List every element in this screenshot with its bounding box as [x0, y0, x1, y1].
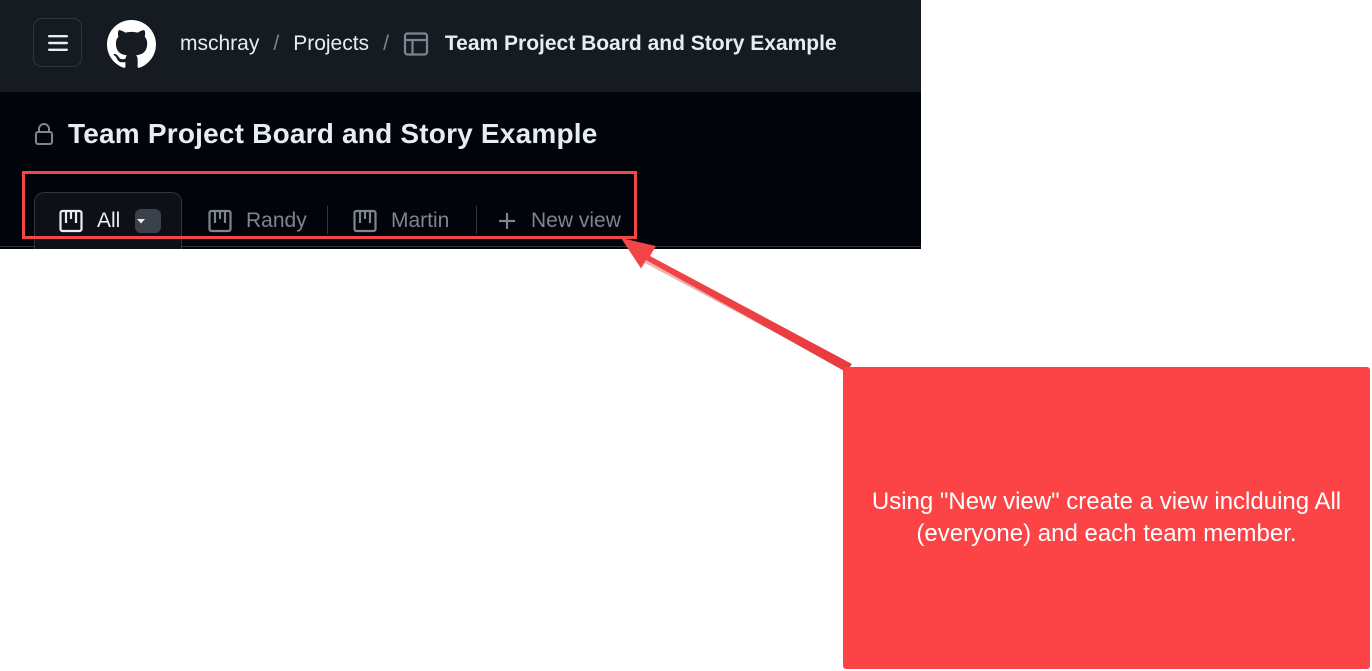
- table-icon: [403, 32, 429, 56]
- breadcrumb: mschray / Projects / Team Project Board …: [180, 0, 837, 88]
- breadcrumb-projects-link[interactable]: Projects: [293, 32, 369, 56]
- project-title-row: Team Project Board and Story Example: [34, 118, 598, 150]
- top-navigation-bar: mschray / Projects / Team Project Board …: [0, 0, 921, 92]
- breadcrumb-owner-link[interactable]: mschray: [180, 32, 259, 56]
- page-title: Team Project Board and Story Example: [68, 118, 598, 149]
- breadcrumb-separator: /: [383, 32, 389, 55]
- breadcrumb-current-project[interactable]: Team Project Board and Story Example: [403, 32, 837, 56]
- hamburger-menu-button[interactable]: [33, 18, 82, 67]
- lock-icon: [35, 123, 53, 145]
- breadcrumb-project-name: Team Project Board and Story Example: [444, 32, 837, 55]
- highlight-box: [22, 171, 637, 239]
- breadcrumb-separator: /: [273, 32, 280, 55]
- annotation-callout: Using "New view" create a view inclduing…: [843, 367, 1370, 669]
- github-logo-icon[interactable]: [107, 20, 156, 69]
- annotation-text: Using "New view" create a view inclduing…: [871, 488, 1342, 547]
- hamburger-icon: [47, 34, 68, 51]
